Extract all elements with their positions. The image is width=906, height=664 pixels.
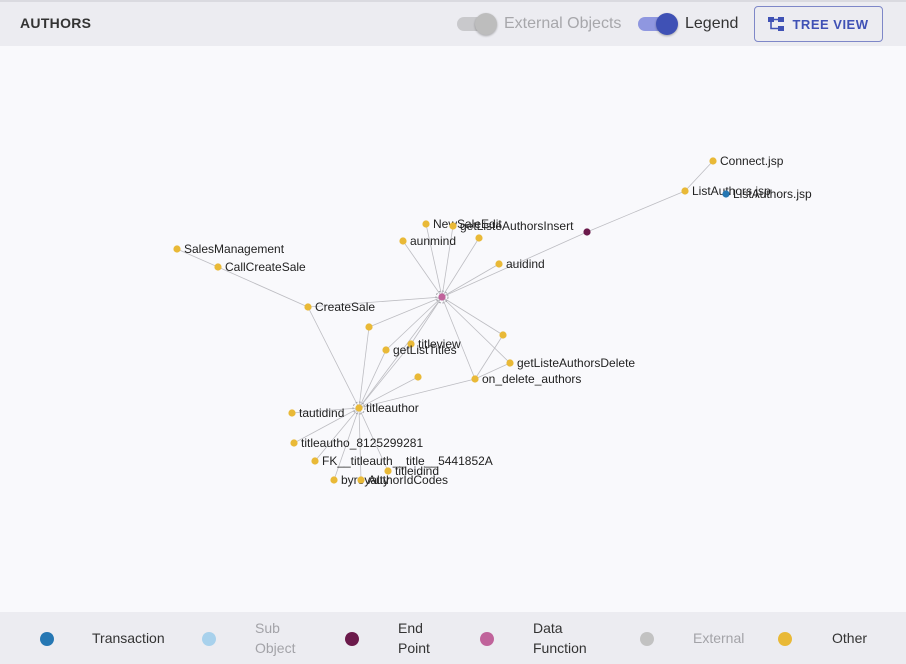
- external-objects-switch[interactable]: [457, 13, 497, 35]
- legend-dot-data-function: [480, 632, 494, 646]
- graph-node-ondelete[interactable]: on_delete_authors: [471, 372, 581, 386]
- node-label: SalesManagement: [184, 242, 285, 256]
- legend-label-external: External: [693, 630, 745, 646]
- node-label: getListTitles: [393, 343, 457, 357]
- node-dot: [288, 409, 296, 417]
- node-label: getListeAuthorsDelete: [517, 356, 635, 370]
- graph-node-dotB[interactable]: [499, 331, 507, 339]
- graph-edge: [586, 190, 686, 233]
- graph-edges: [176, 160, 714, 481]
- external-objects-toggle[interactable]: External Objects: [457, 12, 621, 36]
- node-dot: [173, 245, 181, 253]
- node-label: getListeAuthorsInsert: [460, 219, 574, 233]
- graph-edge: [441, 263, 500, 298]
- legend-dot-end-point: [345, 632, 359, 646]
- node-label: titleauthor: [366, 401, 419, 415]
- legend-dot-transaction: [40, 632, 54, 646]
- graph-nodes: titleauthorConnect.jspListAuthors.jspLis…: [173, 154, 812, 487]
- node-dot: [438, 293, 446, 301]
- graph-node-endpoint[interactable]: [583, 228, 591, 236]
- node-dot: [414, 373, 422, 381]
- legend-label-end-point: End Point: [398, 620, 430, 656]
- node-dot: [365, 323, 373, 331]
- node-dot: [709, 157, 717, 165]
- toolbar: AUTHORS External Objects Legend TREE VIE…: [0, 0, 906, 46]
- legend-dot-other: [778, 632, 792, 646]
- legend-toggle[interactable]: Legend: [638, 12, 738, 36]
- node-label: Connect.jsp: [720, 154, 784, 168]
- node-dot: [506, 359, 514, 367]
- node-dot: [355, 404, 363, 412]
- external-objects-label: External Objects: [504, 15, 622, 32]
- graph-node-callcreatesale[interactable]: CallCreateSale: [214, 260, 306, 274]
- legend-label-other: Other: [832, 630, 868, 646]
- node-dot: [311, 457, 319, 465]
- node-dot: [330, 476, 338, 484]
- graph-edge: [307, 306, 360, 409]
- node-dot: [399, 237, 407, 245]
- node-dot: [499, 331, 507, 339]
- graph-edge: [441, 296, 504, 336]
- node-label: tautidind: [299, 406, 344, 420]
- node-dot: [471, 375, 479, 383]
- graph-node-getlistedelete[interactable]: getListeAuthorsDelete: [506, 356, 635, 370]
- tree-icon: [768, 17, 785, 31]
- node-label: AuthorIdCodes: [368, 473, 448, 487]
- node-dot: [722, 190, 730, 198]
- legend-label-data-function: Data Function: [533, 620, 587, 656]
- node-dot: [382, 346, 390, 354]
- graph-node-titleautho[interactable]: titleautho_8125299281: [290, 436, 423, 450]
- node-label: titleautho_8125299281: [301, 436, 423, 450]
- legend-label-sub-object: Sub Object: [255, 620, 296, 656]
- node-dot: [290, 439, 298, 447]
- node-label: auidind: [506, 257, 545, 271]
- legend-label: Legend: [685, 15, 739, 32]
- legend-dot-external: [640, 632, 654, 646]
- node-dot: [357, 476, 365, 484]
- graph-node-createsale[interactable]: CreateSale: [304, 300, 375, 314]
- graph-node-auidind[interactable]: auidind: [495, 257, 545, 271]
- graph-node-getlisteinsert[interactable]: getListeAuthorsInsert: [449, 219, 574, 233]
- graph-edge: [358, 326, 370, 409]
- node-dot: [449, 222, 457, 230]
- graph-node-connect[interactable]: Connect.jsp: [709, 154, 784, 168]
- node-dot: [583, 228, 591, 236]
- node-label: CallCreateSale: [225, 260, 306, 274]
- legend-switch[interactable]: [638, 13, 678, 35]
- legend-dot-sub-object: [202, 632, 216, 646]
- graph-node-dotC[interactable]: [414, 373, 422, 381]
- node-dot: [475, 234, 483, 242]
- node-dot: [214, 263, 222, 271]
- node-dot: [681, 187, 689, 195]
- tree-view-label: TREE VIEW: [792, 16, 869, 32]
- node-label: CreateSale: [315, 300, 375, 314]
- graph-node-aunmind[interactable]: aunmind: [399, 234, 456, 248]
- graph-node-listauthors2[interactable]: ListAuthors.jsp: [722, 187, 812, 201]
- graph-node-salesmgmt[interactable]: SalesManagement: [173, 242, 285, 256]
- node-dot: [304, 303, 312, 311]
- legend-bar: Transaction Sub Object End Point Data Function…: [0, 612, 906, 664]
- graph-node-getlisttitles[interactable]: getListTitles: [382, 343, 457, 357]
- graph-node-gli_dot[interactable]: [475, 234, 483, 242]
- graph-node-authoridcodes[interactable]: AuthorIdCodes: [357, 473, 448, 487]
- node-dot: [495, 260, 503, 268]
- graph-node-dotA[interactable]: [365, 323, 373, 331]
- node-label: on_delete_authors: [482, 372, 581, 386]
- page-title: AUTHORS: [20, 15, 92, 31]
- node-dot: [422, 220, 430, 228]
- node-label: ListAuthors.jsp: [733, 187, 812, 201]
- tree-view-button[interactable]: TREE VIEW: [754, 6, 883, 42]
- dependency-graph[interactable]: titleauthorConnect.jspListAuthors.jspLis…: [0, 46, 906, 612]
- node-label: aunmind: [410, 234, 456, 248]
- legend-label-transaction: Transaction: [92, 630, 165, 646]
- graph-canvas[interactable]: titleauthor Connect.jsp ListAuthors.jsp Lis…: [0, 46, 906, 612]
- graph-edge: [358, 349, 387, 409]
